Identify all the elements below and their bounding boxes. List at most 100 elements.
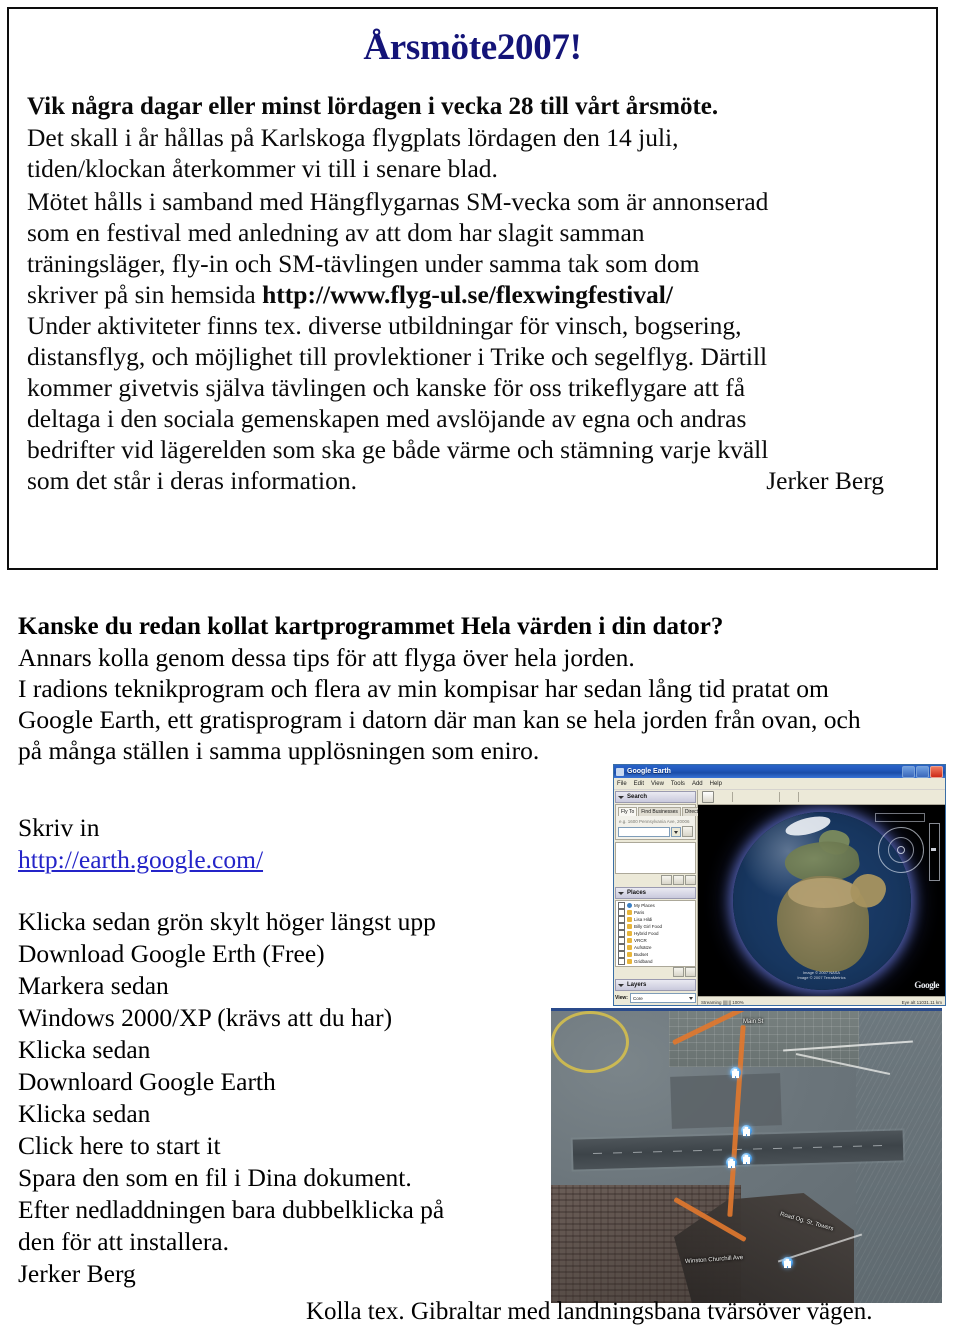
places-controls	[615, 967, 696, 977]
places-tree[interactable]: My Places Paris Lisa Hildi Billy Girl Fo…	[615, 900, 696, 967]
menu-view[interactable]: View	[651, 781, 664, 787]
instruction-step-1: Klicka sedan grön skylt höger längst upp	[18, 907, 436, 936]
places-item[interactable]: Paris	[618, 909, 693, 916]
places-item[interactable]: Gridband	[618, 958, 693, 965]
menu-help[interactable]: Help	[710, 781, 722, 787]
ge-titlebar: Google Earth	[614, 765, 945, 778]
zoom-slider[interactable]	[929, 823, 940, 881]
menu-file[interactable]: File	[617, 781, 627, 787]
ge-statusbar: Streaming ||||||| 100% Eye alt 11031.11 …	[698, 996, 945, 1005]
image-overlay-icon[interactable]	[765, 792, 775, 802]
places-item[interactable]: Lisa Hildi	[618, 916, 693, 923]
path-icon[interactable]	[751, 792, 761, 802]
signature-name: Jerker Berg	[766, 466, 884, 495]
instruction-step-11: den för att installera.	[18, 1227, 229, 1256]
close-button[interactable]	[930, 765, 943, 778]
placemark-add-icon[interactable]	[718, 792, 728, 802]
menu-add[interactable]: Add	[692, 781, 703, 787]
map-marker-icon[interactable]	[741, 1153, 752, 1164]
checkbox[interactable]	[618, 916, 625, 923]
globe-icon	[627, 903, 632, 908]
airport-apron	[670, 1073, 782, 1129]
polygon-icon[interactable]	[737, 792, 747, 802]
email-icon[interactable]	[803, 792, 813, 802]
sidebar-toggle-icon[interactable]	[702, 791, 714, 803]
map-marker-icon[interactable]	[726, 1157, 737, 1168]
instruction-step-9: Spara den som en fil i Dina dokument.	[18, 1163, 412, 1192]
views-select[interactable]: Core	[629, 993, 696, 1003]
announcement-box: Årsmöte2007! Vik några dagar eller minst…	[7, 7, 938, 570]
play-places-tour-button[interactable]	[673, 967, 684, 977]
layers-view-row: View: Core	[615, 993, 696, 1003]
places-item[interactable]: Budset	[618, 951, 693, 958]
ruler-icon[interactable]	[784, 792, 794, 802]
search-panel-header[interactable]: Search	[615, 791, 696, 803]
paragraph-url-line: skriver på sin hemsida http://www.flyg-u…	[27, 279, 912, 310]
places-item-label: Hybrid Food	[634, 931, 659, 936]
clear-results-button[interactable]	[685, 875, 696, 885]
tab-find-businesses[interactable]: Find Businesses	[638, 807, 681, 816]
chevron-down-icon	[618, 983, 624, 987]
map-marker-icon[interactable]	[741, 1125, 752, 1136]
places-item[interactable]: Billy Girl Food	[618, 923, 693, 930]
play-tour-button[interactable]	[661, 875, 672, 885]
search-playback-controls	[615, 875, 696, 885]
checkbox[interactable]	[618, 958, 625, 965]
places-item-my-places[interactable]: My Places	[618, 902, 693, 909]
instruction-step-8: Click here to start it	[18, 1131, 221, 1160]
map-marker-icon[interactable]	[730, 1067, 741, 1078]
instruction-step-4: Windows 2000/XP (krävs att du har)	[18, 1003, 393, 1032]
imagery-credit: Image © 2007 NASA Image © 2007 TerraMetr…	[797, 970, 845, 980]
navigation-strip[interactable]	[875, 813, 925, 822]
map-label-top: Main St	[743, 1019, 764, 1025]
google-earth-window-screenshot: Google Earth File Edit View Tools Add He…	[613, 764, 946, 1006]
places-panel-label: Places	[627, 890, 647, 896]
menu-edit[interactable]: Edit	[634, 781, 644, 787]
checkbox[interactable]	[618, 951, 625, 958]
chevron-down-icon	[618, 891, 624, 895]
paragraph-line-3: träningsläger, fly-in och SM-tävlingen u…	[27, 249, 700, 278]
ge-3d-viewport[interactable]: Image © 2007 NASA Image © 2007 TerraMetr…	[698, 805, 945, 996]
placemark-icon	[627, 938, 632, 943]
minimize-button[interactable]	[902, 765, 915, 778]
layers-tree[interactable]: Primary Database Terrain Geographic Web …	[615, 1005, 696, 1006]
layers-panel-header[interactable]: Layers	[615, 979, 696, 991]
places-item-label: Billy Girl Food	[634, 924, 663, 929]
search-icon[interactable]	[682, 826, 693, 837]
toolbar-separator	[732, 792, 733, 802]
checkbox[interactable]	[618, 930, 625, 937]
places-item[interactable]: Hybrid Food	[618, 930, 693, 937]
search-input[interactable]	[618, 826, 670, 837]
paragraph-line-4: Under aktiviteter finns tex. diverse utb…	[27, 311, 742, 340]
instruction-step-2: Download Google Erth (Free)	[18, 939, 325, 968]
checkbox[interactable]	[618, 909, 625, 916]
toolbar-separator	[798, 792, 799, 802]
places-panel-header[interactable]: Places	[615, 887, 696, 899]
navigation-compass-icon[interactable]	[878, 827, 924, 873]
paragraph-line-5: distansflyg, och möjlighet till provlekt…	[27, 342, 768, 371]
checkbox[interactable]	[618, 902, 625, 909]
instruction-step-5: Klicka sedan	[18, 1035, 151, 1064]
checkbox[interactable]	[618, 944, 625, 951]
places-item[interactable]: VRCR	[618, 937, 693, 944]
map-marker-icon[interactable]	[782, 1257, 793, 1268]
print-icon[interactable]	[817, 792, 827, 802]
earth-google-link-row: http://earth.google.com/	[18, 844, 578, 876]
search-history-dropdown[interactable]	[671, 826, 681, 837]
places-item[interactable]: Aufsätze	[618, 944, 693, 951]
zoom-slider-knob[interactable]	[931, 848, 936, 851]
instruction-step-3: Markera sedan	[18, 971, 169, 1000]
intro-line-2: tiden/klockan återkommer vi till i senar…	[27, 154, 498, 183]
stop-places-tour-button[interactable]	[685, 967, 696, 977]
tab-fly-to[interactable]: Fly To	[618, 807, 638, 816]
checkbox[interactable]	[618, 937, 625, 944]
signature-text: som det står i deras information.	[27, 466, 358, 495]
status-eye-altitude: Eye alt 11031.11 km	[901, 999, 942, 1005]
google-logo: Google	[914, 980, 939, 990]
checkbox[interactable]	[618, 923, 625, 930]
maximize-button[interactable]	[916, 765, 929, 778]
stop-tour-button[interactable]	[673, 875, 684, 885]
menu-tools[interactable]: Tools	[671, 781, 685, 787]
earth-google-link[interactable]: http://earth.google.com/	[18, 845, 263, 874]
paragraph-line-6: kommer givetvis själva tävlingen och kan…	[27, 373, 746, 402]
